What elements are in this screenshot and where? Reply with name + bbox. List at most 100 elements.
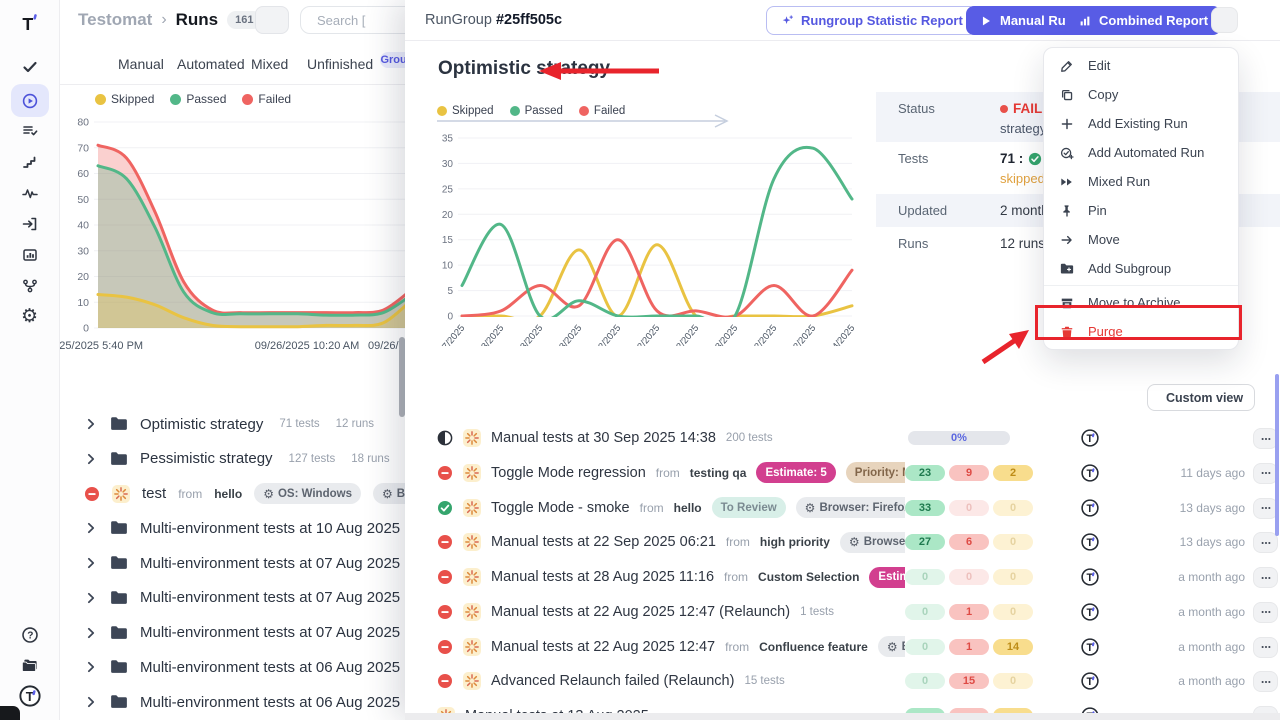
legend-dot	[170, 94, 181, 105]
run-avatar: T	[1081, 603, 1099, 621]
menu-item-copy[interactable]: Copy	[1044, 80, 1238, 109]
menu-item-pin[interactable]: Pin	[1044, 196, 1238, 225]
tab-automated[interactable]: Automated	[177, 56, 245, 72]
sidebar-item-folders[interactable]	[11, 651, 49, 681]
run-badge: Priority: Normal	[846, 462, 905, 483]
filter-button[interactable]	[255, 6, 289, 34]
count-pill: 0	[993, 500, 1033, 516]
run-row[interactable]: Toggle Mode regressionfromtesting qaEsti…	[405, 459, 1280, 487]
sidebar-item-report[interactable]	[11, 240, 49, 270]
sidebar-item-steps[interactable]	[11, 147, 49, 177]
tab-unfinished[interactable]: Unfinished	[307, 56, 373, 72]
bars-icon	[1078, 14, 1092, 28]
chevron-right-icon[interactable]	[84, 626, 98, 640]
run-group-row[interactable]: Multi-environment tests at 06 Aug 2025 1…	[0, 652, 430, 682]
pulse-icon	[22, 185, 38, 201]
run-row[interactable]: Manual tests at 28 Aug 2025 11:16fromCus…	[405, 563, 1280, 591]
run-more-button[interactable]	[1253, 671, 1278, 692]
menu-item-add-existing-run[interactable]: Add Existing Run	[1044, 109, 1238, 138]
run-more-button[interactable]	[1253, 567, 1278, 588]
tab-mixed[interactable]: Mixed	[251, 56, 288, 72]
logo-icon: T	[19, 12, 41, 34]
breadcrumb-app[interactable]: Testomat	[78, 10, 152, 30]
tab-manual[interactable]: Manual	[118, 56, 164, 72]
sidebar-item-logo[interactable]: T	[11, 8, 49, 38]
sidebar-item-play-circle[interactable]	[11, 84, 49, 117]
folder-plus-icon	[1060, 262, 1074, 276]
sidebar-item-check[interactable]	[11, 52, 49, 82]
run-group-row[interactable]: Multi-environment tests at 07 Aug 2025 1…	[0, 583, 430, 613]
testomat-avatar: T	[1081, 568, 1099, 586]
run-group-row[interactable]: Multi-environment tests at 06 Aug 2025 1…	[0, 687, 430, 717]
panel-scrollbar[interactable]	[1275, 374, 1279, 536]
menu-item-mixed-run[interactable]: Mixed Run	[1044, 167, 1238, 196]
chevron-right-icon[interactable]	[84, 417, 98, 431]
svg-text:08/13/2025: 08/13/2025	[506, 323, 545, 346]
run-time: 13 days ago	[1121, 535, 1245, 549]
chevron-right-icon[interactable]	[84, 556, 98, 570]
run-group-row[interactable]: testfromhello⚙OS: Windows⚙Browser: Chrom…	[0, 479, 430, 509]
chevron-right-icon[interactable]	[84, 591, 98, 605]
svg-text:09/22/2025: 09/22/2025	[740, 323, 779, 346]
svg-text:T: T	[22, 14, 33, 34]
run-row[interactable]: Advanced Relaunch failed (Relaunch)15 te…	[405, 667, 1280, 695]
svg-text:10: 10	[77, 297, 89, 309]
horizontal-scrollbar[interactable]	[405, 713, 1280, 720]
run-title: Manual tests at 22 Aug 2025 12:47	[491, 639, 715, 655]
rungroup-runs-chart: 0510152025303508/07/202508/13/202508/13/…	[428, 104, 868, 346]
svg-text:08/22/2025: 08/22/2025	[623, 323, 662, 346]
chevron-right-icon[interactable]	[84, 452, 98, 466]
rungroup-statistic-report-button[interactable]: Rungroup Statistic Report	[766, 6, 977, 35]
folders-icon	[21, 657, 39, 675]
sidebar-item-branch[interactable]	[11, 271, 49, 301]
menu-item-move[interactable]: Move	[1044, 225, 1238, 254]
svg-text:50: 50	[77, 194, 89, 206]
chevron-right-icon[interactable]	[84, 521, 98, 535]
sidebar-item-pulse[interactable]	[11, 178, 49, 208]
run-avatar: T	[1081, 568, 1099, 586]
run-more-button[interactable]	[1253, 637, 1278, 658]
svg-text:60: 60	[77, 168, 89, 180]
run-row[interactable]: Toggle Mode - smokefromhelloTo Review⚙Br…	[405, 494, 1280, 522]
legend-dot	[95, 94, 106, 105]
run-group-row[interactable]: Pessimistic strategy127 tests18 runs	[0, 444, 430, 474]
run-avatar: T	[1081, 499, 1099, 517]
run-group-row[interactable]: Multi-environment tests at 07 Aug 2025 1…	[0, 548, 430, 578]
count-pill: 33	[905, 500, 945, 516]
sidebar-item-gear[interactable]: ⚙	[11, 302, 49, 332]
menu-item-label: Copy	[1088, 87, 1118, 102]
testomat-avatar: T	[1081, 603, 1099, 621]
sidebar-item-import[interactable]	[11, 209, 49, 239]
app-root: T⚙?T Testomat › Runs 161 ManualAutomated…	[0, 0, 1280, 720]
menu-item-label: Add Automated Run	[1088, 145, 1204, 160]
testomat-avatar: T	[1081, 638, 1099, 656]
play-icon	[979, 14, 993, 28]
custom-view-button[interactable]: Custom view	[1147, 384, 1255, 411]
sidebar-item-help[interactable]: ?	[11, 620, 49, 650]
run-more-button[interactable]	[1253, 602, 1278, 623]
group-name: Pessimistic strategy	[140, 450, 273, 467]
run-status-failed-icon	[437, 639, 453, 655]
menu-item-add-automated-run[interactable]: Add Automated Run	[1044, 138, 1238, 167]
run-avatar: T	[1081, 429, 1099, 447]
run-time: 11 days ago	[1121, 466, 1245, 480]
count-pill: 1	[949, 604, 989, 620]
run-row[interactable]: Manual tests at 22 Sep 2025 06:21fromhig…	[405, 528, 1280, 556]
run-row[interactable]: Manual tests at 22 Aug 2025 12:47 (Relau…	[405, 598, 1280, 626]
run-group-row[interactable]: Multi-environment tests at 10 Aug 2025 1…	[0, 513, 430, 543]
menu-item-edit[interactable]: Edit	[1044, 51, 1238, 80]
run-badge: Estimate: 5	[869, 567, 905, 588]
chevron-right-icon[interactable]	[84, 695, 98, 709]
run-group-row[interactable]: Multi-environment tests at 07 Aug 2025 1…	[0, 618, 430, 648]
run-row[interactable]: Manual tests at 22 Aug 2025 12:47fromCon…	[405, 633, 1280, 661]
run-badge: ⚙Browser: Firefox	[796, 497, 905, 518]
combined-report-button[interactable]: Combined Report	[1065, 6, 1221, 35]
menu-item-add-subgroup[interactable]: Add Subgroup	[1044, 254, 1238, 283]
run-more-button[interactable]	[1253, 532, 1278, 553]
pin-icon	[1060, 204, 1074, 218]
panel-more-button[interactable]	[1211, 7, 1238, 33]
sidebar-item-list-check[interactable]	[11, 116, 49, 146]
run-group-row[interactable]: Optimistic strategy71 tests12 runs	[0, 409, 430, 439]
chevron-right-icon[interactable]	[84, 660, 98, 674]
run-row[interactable]: Manual tests at 30 Sep 2025 14:38200 tes…	[405, 424, 1280, 452]
